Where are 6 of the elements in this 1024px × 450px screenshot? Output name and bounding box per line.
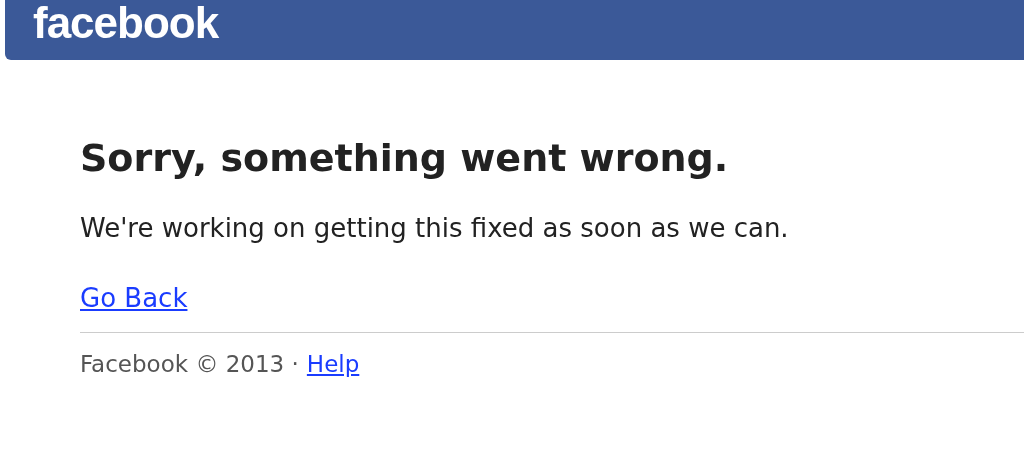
logo[interactable]: facebook xyxy=(33,0,219,46)
help-link[interactable]: Help xyxy=(306,349,360,379)
copyright-text: Facebook © 2013 · xyxy=(80,350,299,379)
go-back-link[interactable]: Go Back xyxy=(80,282,188,314)
error-title: Sorry, something went wrong. xyxy=(80,136,730,180)
error-message: We're working on getting this fixed as soon as we can. xyxy=(80,212,790,244)
